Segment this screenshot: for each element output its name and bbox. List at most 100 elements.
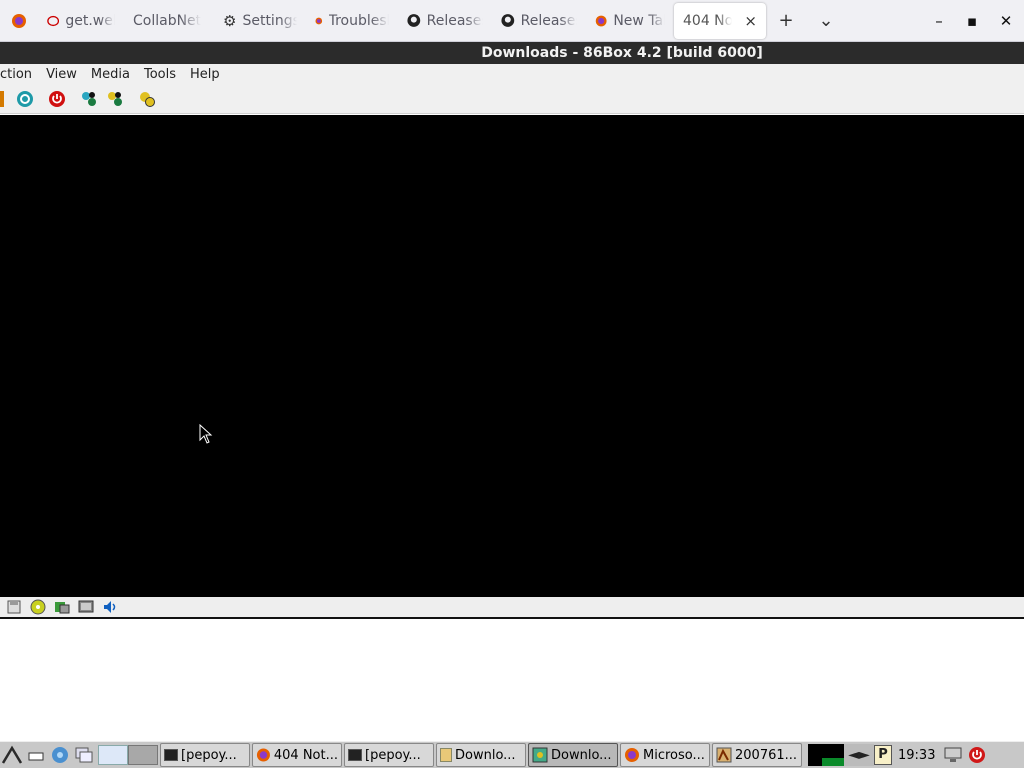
tab-404-not-found[interactable]: 404 Not Found × bbox=[674, 2, 766, 39]
minimize-button[interactable]: – bbox=[922, 0, 956, 42]
menu-action[interactable]: ction bbox=[0, 67, 39, 82]
close-button[interactable]: ✕ bbox=[989, 0, 1023, 42]
firefox-icon bbox=[315, 17, 323, 24]
github-icon bbox=[501, 14, 515, 27]
tab-releases-2[interactable]: Releases bbox=[492, 0, 586, 42]
tab-title: CollabNet bbox=[133, 12, 202, 29]
tab-close-icon[interactable]: × bbox=[744, 12, 757, 30]
tab-title: New Tab bbox=[613, 12, 665, 29]
taskbar-item-firefox-404[interactable]: 404 Not... bbox=[252, 743, 342, 767]
launch-browser-button[interactable] bbox=[48, 743, 72, 767]
tab-settings[interactable]: ⚙ Settings bbox=[214, 0, 306, 42]
power-icon bbox=[49, 90, 65, 107]
taskbar-item-downloads-folder[interactable]: Downlo... bbox=[436, 743, 526, 767]
start-menu-icon bbox=[1, 745, 23, 764]
clock[interactable]: 19:33 bbox=[892, 748, 941, 763]
folder-icon bbox=[440, 748, 452, 762]
task-label: Downlo... bbox=[455, 747, 516, 763]
logout-button[interactable] bbox=[965, 743, 989, 767]
cpu-monitor bbox=[808, 744, 844, 766]
window-title: Downloads - 86Box 4.2 [build 6000] bbox=[0, 42, 1024, 64]
toolbar bbox=[0, 84, 1024, 114]
cdrom-drive-status[interactable] bbox=[28, 598, 48, 616]
opera-icon bbox=[47, 15, 60, 26]
launch-file-manager-button[interactable] bbox=[72, 743, 96, 767]
tab-title: Releases bbox=[426, 12, 483, 29]
keyboard-esc-icon bbox=[108, 91, 122, 106]
list-all-tabs-button[interactable]: ⌄ bbox=[806, 0, 846, 42]
tray-display-button[interactable] bbox=[941, 743, 965, 767]
tab-title: Releases bbox=[520, 12, 577, 29]
reset-button[interactable] bbox=[12, 88, 38, 110]
taskbar-item-86box[interactable]: Downlo... bbox=[528, 743, 618, 767]
new-tab-button[interactable]: + bbox=[766, 0, 806, 42]
settings-button[interactable] bbox=[134, 88, 160, 110]
task-label: 404 Not... bbox=[273, 747, 338, 763]
display-icon bbox=[78, 600, 94, 613]
image-viewer-icon bbox=[716, 747, 732, 763]
tab-title: 404 Not Found bbox=[683, 12, 733, 29]
maximize-button[interactable]: ▪ bbox=[955, 0, 989, 42]
tray-p-icon[interactable]: P bbox=[874, 745, 892, 765]
reset-icon bbox=[17, 90, 33, 107]
gear-icon: ⚙ bbox=[223, 11, 237, 30]
hard-disk-status[interactable] bbox=[52, 598, 72, 616]
globe-icon bbox=[52, 747, 68, 763]
firefox-icon bbox=[625, 748, 639, 762]
github-icon bbox=[407, 14, 421, 27]
mouse-cursor-icon bbox=[199, 424, 213, 444]
tab-new-tab[interactable]: New Tab bbox=[586, 0, 674, 42]
power-icon bbox=[969, 747, 986, 763]
tab-title: Settings bbox=[242, 12, 297, 29]
taskbar-item-terminal-1[interactable]: [pepoy... bbox=[160, 743, 250, 767]
taskbar-item-image-viewer[interactable]: 200761... bbox=[712, 743, 802, 767]
menu-view[interactable]: View bbox=[39, 67, 84, 82]
taskbar-item-firefox-microsoft[interactable]: Microso... bbox=[620, 743, 710, 767]
menu-tools[interactable]: Tools bbox=[137, 67, 183, 82]
emulator-screen[interactable] bbox=[0, 115, 1024, 597]
tab-troubleshooting[interactable]: Troubleshooting bbox=[306, 0, 398, 42]
network-monitor-icon: ◄► bbox=[844, 744, 874, 766]
taskbar: [pepoy... 404 Not... [pepoy... Downlo...… bbox=[0, 741, 1024, 768]
menu-media[interactable]: Media bbox=[84, 67, 137, 82]
settings-icon bbox=[140, 91, 155, 107]
terminal-icon bbox=[164, 749, 178, 761]
browser-tab-strip: get.web CollabNet ⚙ Settings Troubleshoo… bbox=[0, 0, 1024, 42]
cdrom-icon bbox=[30, 599, 46, 615]
toolbar-edge-icon bbox=[0, 90, 4, 107]
86box-icon bbox=[532, 747, 548, 763]
task-label: [pepoy... bbox=[181, 747, 237, 763]
task-label: 200761... bbox=[735, 747, 798, 763]
taskbar-item-terminal-2[interactable]: [pepoy... bbox=[344, 743, 434, 767]
tab-title: Troubleshooting bbox=[328, 12, 389, 29]
ctrl-alt-del-button[interactable] bbox=[76, 88, 102, 110]
menu-bar: ction View Media Tools Help bbox=[0, 64, 1024, 84]
monitor-icon bbox=[944, 747, 962, 762]
show-desktop-button[interactable] bbox=[24, 743, 48, 767]
floppy-drive-status[interactable] bbox=[4, 598, 24, 616]
firefox-icon bbox=[595, 15, 607, 26]
desktop-icon bbox=[28, 752, 44, 761]
start-menu-button[interactable] bbox=[0, 743, 24, 767]
workspace-2[interactable] bbox=[128, 745, 158, 765]
firefox-menu-button[interactable] bbox=[0, 0, 38, 42]
power-button[interactable] bbox=[44, 88, 70, 110]
windows-icon bbox=[75, 747, 93, 763]
ctrl-alt-esc-button[interactable] bbox=[102, 88, 128, 110]
floppy-icon bbox=[7, 600, 21, 614]
task-label: [pepoy... bbox=[365, 747, 421, 763]
sound-status[interactable] bbox=[100, 598, 120, 616]
hard-disk-icon bbox=[55, 602, 70, 614]
tab-title: get.web bbox=[65, 12, 115, 29]
tab-collabnet[interactable]: CollabNet bbox=[124, 0, 214, 42]
status-bar bbox=[0, 597, 1024, 619]
tab-releases-1[interactable]: Releases bbox=[398, 0, 492, 42]
terminal-icon bbox=[348, 749, 362, 761]
workspace-1[interactable] bbox=[98, 745, 128, 765]
tab-get-web[interactable]: get.web bbox=[38, 0, 124, 42]
menu-help[interactable]: Help bbox=[183, 67, 227, 82]
network-status[interactable] bbox=[76, 598, 96, 616]
firefox-icon bbox=[256, 748, 270, 762]
firefox-icon bbox=[12, 13, 26, 28]
keyboard-cad-icon bbox=[82, 91, 96, 106]
